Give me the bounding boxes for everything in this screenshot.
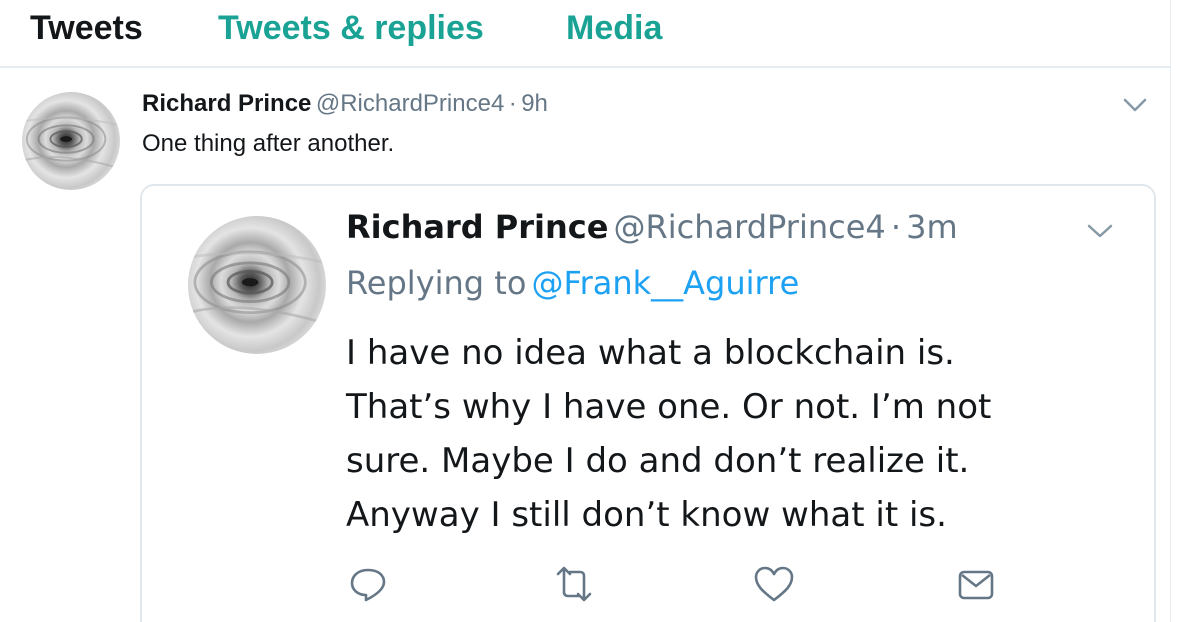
like-icon[interactable] (752, 564, 794, 604)
quoted-header: Richard Prince @RichardPrince4 · 3m (346, 208, 958, 252)
tab-media[interactable]: Media (566, 8, 662, 48)
quoted-text-line: Anyway I still don’t know what it is. (346, 495, 947, 535)
quoted-separator: · (890, 208, 902, 246)
tweet-separator: · (508, 90, 517, 117)
profile-timeline: Tweets Tweets & replies Media Richard Pr… (0, 0, 1180, 622)
tab-tweets-and-replies[interactable]: Tweets & replies (218, 8, 484, 48)
tweet-author-name[interactable]: Richard Prince (142, 90, 311, 117)
quoted-author-handle[interactable]: @RichardPrince4 (614, 208, 886, 246)
message-icon[interactable] (956, 564, 996, 604)
quoted-timestamp[interactable]: 3m (906, 208, 958, 246)
profile-tabs: Tweets Tweets & replies Media (0, 0, 1170, 68)
quoted-text-line: sure. Maybe I do and don’t realize it. (346, 441, 970, 481)
quoted-avatar[interactable] (188, 216, 326, 354)
reply-icon[interactable] (348, 564, 388, 604)
column-border (1170, 0, 1171, 622)
tab-tweets[interactable]: Tweets (30, 8, 143, 48)
quoted-text-line: That’s why I have one. Or not. I’m not (346, 387, 992, 427)
quoted-avatar-image (188, 250, 326, 325)
quoted-text-line: I have no idea what a blockchain is. (346, 333, 955, 373)
tweet-header: Richard Prince @RichardPrince4 · 9h (142, 90, 548, 124)
replying-to-label: Replying to (346, 264, 527, 302)
replying-to-line: Replying to @Frank__Aguirre (346, 264, 799, 308)
tweet-menu-chevron-down-icon[interactable] (1122, 96, 1148, 119)
tweet-text: One thing after another. (142, 130, 395, 157)
avatar-image (22, 116, 120, 170)
tweet-timestamp[interactable]: 9h (521, 90, 548, 117)
avatar[interactable] (22, 92, 120, 190)
quoted-tweet-text: I have no idea what a blockchain is. Tha… (346, 326, 1086, 542)
tweet-author-handle[interactable]: @RichardPrince4 (316, 90, 504, 117)
retweet-icon[interactable] (552, 564, 592, 604)
quoted-menu-chevron-down-icon[interactable] (1086, 222, 1114, 245)
replying-to-link[interactable]: @Frank__Aguirre (532, 264, 800, 302)
quoted-author-name[interactable]: Richard Prince (346, 208, 608, 246)
